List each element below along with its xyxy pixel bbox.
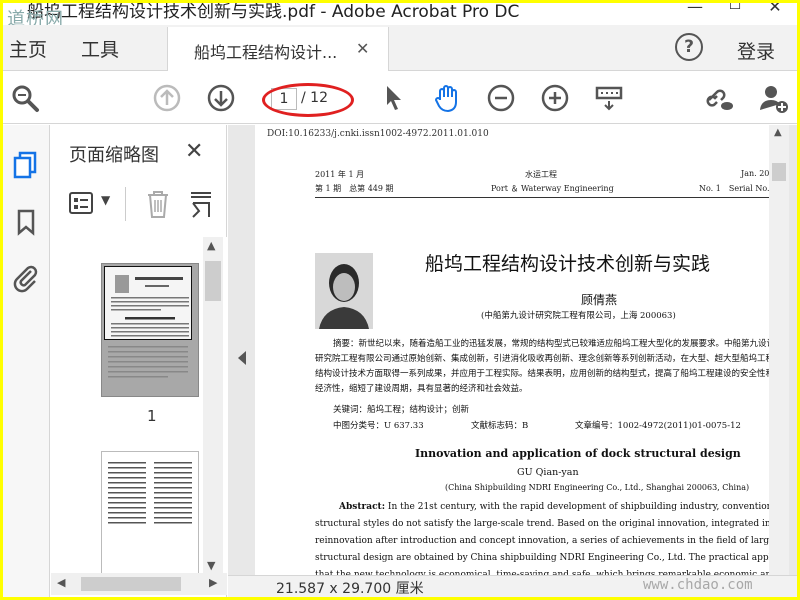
add-user-icon[interactable]: [757, 82, 789, 114]
previous-page-icon[interactable]: [151, 82, 183, 114]
scroll-left-icon[interactable]: ◀: [57, 576, 65, 589]
document-vertical-scrollbar[interactable]: ▲: [769, 125, 789, 575]
toolbar-divider: [125, 187, 126, 221]
abstract-en: Abstract: In the 21st century, with the …: [315, 499, 775, 575]
article-title-cn: 船坞工程结构设计技术创新与实践: [425, 253, 711, 275]
thumbnail-hscroll-thumb[interactable]: [81, 577, 181, 591]
document-tab[interactable]: 船坞工程结构设计... ✕: [167, 27, 389, 71]
affiliation-en: (China Shipbuilding NDRI Engineering Co.…: [445, 483, 750, 492]
document-tab-label: 船坞工程结构设计...: [194, 43, 338, 62]
doi-line: DOI:10.16233/j.cnki.issn1002-4972.2011.0…: [267, 129, 489, 139]
document-scroll-thumb[interactable]: [772, 163, 786, 181]
doc-scroll-up-icon[interactable]: ▲: [774, 127, 782, 138]
next-page-icon[interactable]: [205, 82, 237, 114]
thumbnail-panel-title: 页面缩略图: [69, 145, 159, 166]
pdf-page: DOI:10.16233/j.cnki.issn1002-4972.2011.0…: [255, 125, 775, 575]
page-display-icon[interactable]: [593, 82, 625, 114]
delete-page-icon[interactable]: [145, 189, 171, 219]
attachments-icon[interactable]: [11, 263, 41, 293]
hand-tool-icon[interactable]: [431, 82, 463, 114]
abstract-cn-line-1: 摘要：新世纪以来，随着造船工业的迅猛发展，常规的结构型式已较难适应船坞工程大型化…: [333, 339, 775, 349]
toolbar: 1 / 12: [3, 72, 797, 124]
annotation-ellipse: [262, 83, 354, 117]
menu-bar: 主页 工具 船坞工程结构设计... ✕ ? 登录: [3, 25, 797, 71]
thumbnail-panel: 页面缩略图 ✕ ▼ 1 ▲ ▼ ◀ ▶: [51, 125, 227, 597]
header-journal-cn: 水运工程: [525, 170, 557, 179]
home-menu[interactable]: 主页: [9, 35, 47, 62]
header-issue: 第 1 期 总第 449 期: [315, 184, 394, 193]
options-dropdown-icon[interactable]: ▼: [101, 193, 110, 207]
visible-area-frame: [104, 266, 192, 340]
minimize-button[interactable]: —: [675, 3, 715, 19]
close-window-button[interactable]: ✕: [755, 3, 795, 19]
abstract-en-label: Abstract:: [339, 502, 386, 512]
keywords-cn: 关键词：船坞工程；结构设计；创新: [333, 405, 470, 415]
zoom-out-icon[interactable]: [485, 82, 517, 114]
author-name-en: GU Qian-yan: [517, 467, 579, 478]
thumbnail-horizontal-scrollbar[interactable]: ◀ ▶: [51, 573, 227, 595]
author-photo: [315, 253, 373, 329]
help-icon[interactable]: ?: [675, 33, 703, 61]
affiliation-cn: (中船第九设计研究院工程有限公司，上海 200063): [481, 311, 676, 321]
article-title-en: Innovation and application of dock struc…: [415, 447, 741, 460]
rotate-page-icon[interactable]: [187, 189, 215, 219]
acrobat-window: 船坞工程结构设计技术创新与实践.pdf - Adobe Acrobat Pro …: [3, 3, 797, 597]
thumbnail-2-text-preview: [108, 462, 192, 524]
header-journal-en: Port ＆ Waterway Engineering: [491, 184, 614, 193]
abstract-cn-line-3: 结构设计技术方面取得一系列成果，并应用于工程实际。结果表明，应用创新的结构型式，…: [315, 369, 775, 379]
zoom-in-icon[interactable]: [539, 82, 571, 114]
window-title: 船坞工程结构设计技术创新与实践.pdf - Adobe Acrobat Pro …: [27, 3, 520, 22]
abstract-cn-line-2: 研究院工程有限公司通过原始创新、集成创新，引进消化吸收再创新、理念创新等系列创新…: [315, 354, 775, 364]
title-bar: 船坞工程结构设计技术创新与实践.pdf - Adobe Acrobat Pro …: [3, 3, 797, 30]
page-size-readout: 21.587 x 29.700 厘米: [276, 581, 424, 597]
author-name-cn: 顾倩燕: [581, 293, 618, 307]
thumbnail-scroll-thumb[interactable]: [205, 261, 221, 301]
abstract-en-line-4: structural design are obtained by China …: [315, 553, 775, 563]
thumbnail-vertical-scrollbar[interactable]: ▲ ▼: [203, 237, 223, 577]
thumbnail-lower-text: [108, 346, 188, 378]
close-tab-icon[interactable]: ✕: [356, 39, 369, 58]
collapse-panel-icon[interactable]: [238, 351, 246, 365]
abstract-cn: 摘要：新世纪以来，随着造船工业的迅猛发展，常规的结构型式已较难适应船坞工程大型化…: [315, 337, 775, 397]
abstract-en-line-5: that the new technology is economical, t…: [315, 570, 775, 575]
abstract-en-line-2: structural styles do not satisfy the lar…: [315, 519, 775, 529]
bookmarks-icon[interactable]: [11, 207, 41, 237]
page-thumbnail-2[interactable]: [101, 451, 199, 577]
page-thumbnail-1-label: 1: [147, 407, 157, 425]
header-serial: No. 1 Serial No. 44: [699, 184, 775, 193]
clc-number: 中图分类号：U 637.33: [333, 421, 424, 431]
document-code: 文献标志码：B: [471, 421, 529, 431]
abstract-cn-line-4: 经济性，缩短了建设周期，具有显著的经济和社会效益。: [315, 384, 528, 394]
share-link-icon[interactable]: [703, 82, 735, 114]
navigation-rail: [3, 125, 50, 597]
document-view[interactable]: DOI:10.16233/j.cnki.issn1002-4972.2011.0…: [228, 125, 797, 575]
scroll-right-icon[interactable]: ▶: [209, 576, 217, 589]
site-watermark-bottom: www.chdao.com: [643, 577, 753, 593]
login-button[interactable]: 登录: [737, 37, 775, 64]
thumbnail-text-preview: [111, 275, 189, 337]
maximize-button[interactable]: ☐: [715, 3, 755, 19]
abstract-en-line-3: reinnovation after introduction and conc…: [315, 536, 775, 546]
header-rule: [315, 197, 775, 198]
scroll-down-icon[interactable]: ▼: [207, 559, 215, 572]
scroll-up-icon[interactable]: ▲: [207, 239, 215, 252]
page-thumbnails-icon[interactable]: [11, 149, 41, 179]
thumbnail-options-icon[interactable]: [69, 191, 97, 217]
page-thumbnail-1[interactable]: [101, 263, 199, 397]
thumbnail-tools: ▼: [61, 183, 221, 227]
header-date: 2011 年 1 月: [315, 170, 365, 179]
select-cursor-icon[interactable]: [377, 82, 409, 114]
thumbnail-list[interactable]: 1: [51, 237, 227, 577]
article-number: 文章编号：1002-4972(2011)01-0075-12: [575, 421, 741, 431]
zoom-search-icon[interactable]: [9, 82, 41, 114]
tools-menu[interactable]: 工具: [81, 35, 119, 62]
close-panel-icon[interactable]: ✕: [185, 139, 203, 164]
abstract-en-line-1: In the 21st century, with the rapid deve…: [385, 502, 775, 512]
